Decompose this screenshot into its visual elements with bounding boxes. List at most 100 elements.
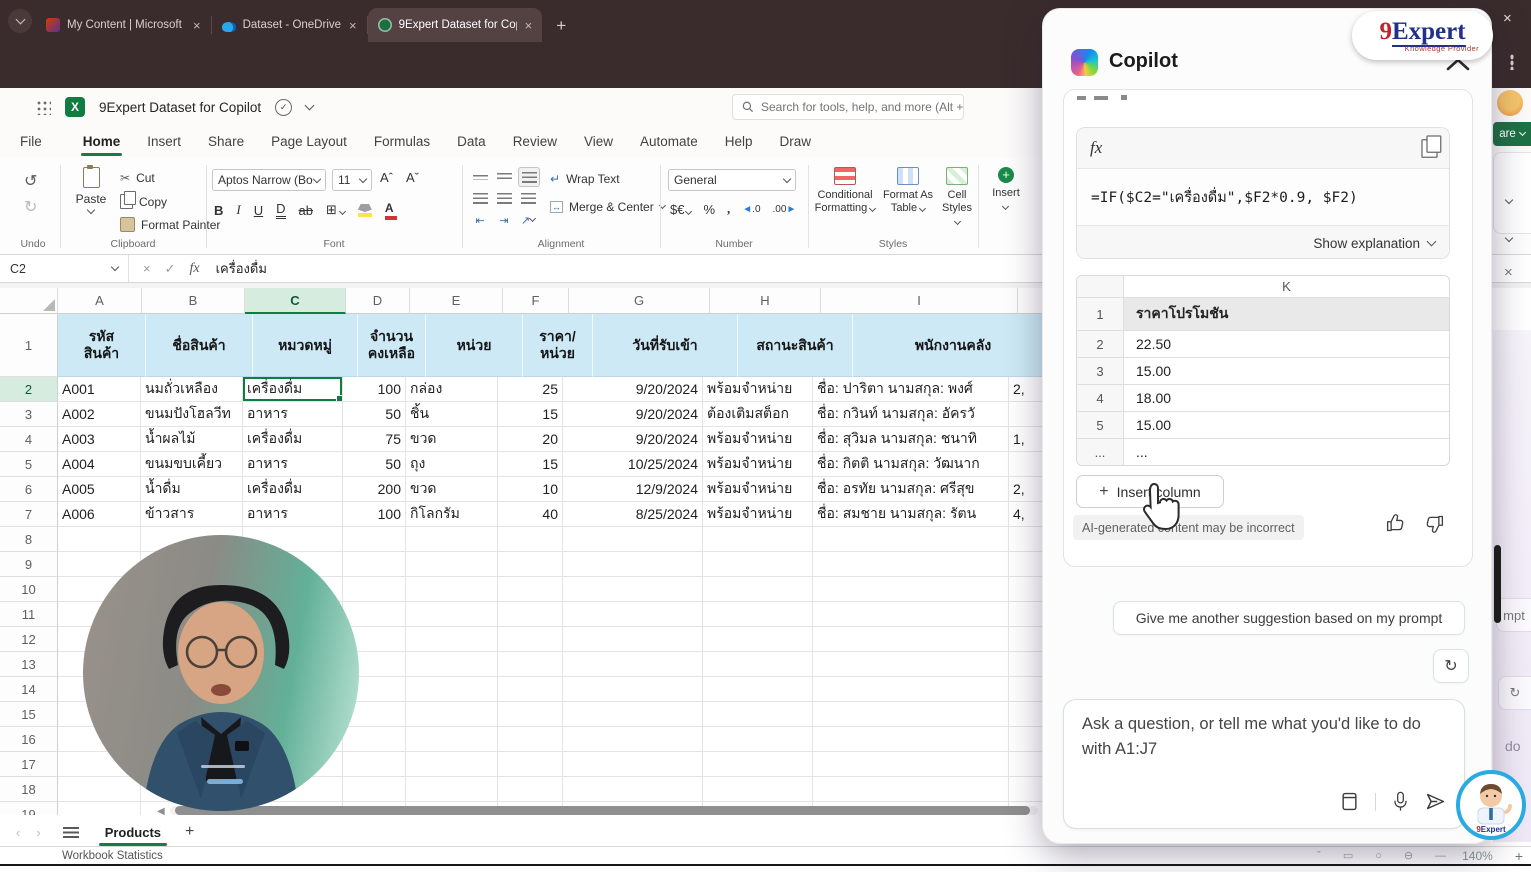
cell[interactable]	[498, 527, 563, 552]
cell[interactable]	[343, 602, 406, 627]
horizontal-scrollbar-thumb[interactable]	[175, 806, 1030, 815]
cell[interactable]: ถุง	[406, 452, 498, 477]
column-header-H[interactable]: H	[710, 288, 821, 314]
bold-button[interactable]: B	[214, 203, 223, 218]
middle-align-icon[interactable]	[494, 168, 514, 186]
tab-search-button[interactable]	[8, 9, 32, 33]
cell[interactable]: 50	[343, 452, 406, 477]
cell[interactable]: 9/20/2024	[563, 402, 703, 427]
menu-tab-formulas[interactable]: Formulas	[374, 134, 430, 149]
suggestion-pill[interactable]: Give me another suggestion based on my p…	[1113, 601, 1465, 635]
close-tab-icon[interactable]: ×	[193, 19, 201, 32]
cell[interactable]	[563, 577, 703, 602]
share-button[interactable]: are	[1493, 122, 1531, 146]
cell[interactable]	[498, 602, 563, 627]
cell[interactable]: 9/20/2024	[563, 377, 703, 402]
cell[interactable]: พร้อมจำหน่าย	[703, 377, 813, 402]
browser-tab[interactable]: My Content | Microsoft 365×	[36, 8, 211, 42]
cell[interactable]	[703, 752, 813, 777]
cell[interactable]: ชื่อ: สมชาย นามสกุล: รัตน	[813, 502, 1009, 527]
cell[interactable]	[58, 802, 141, 815]
thumbs-down-icon[interactable]	[1424, 513, 1445, 534]
cell[interactable]	[703, 777, 813, 802]
cell[interactable]	[498, 677, 563, 702]
double-underline-button[interactable]: D	[276, 201, 285, 219]
cell[interactable]: 40	[498, 502, 563, 527]
cell[interactable]: พร้อมจำหน่าย	[703, 477, 813, 502]
cell[interactable]	[406, 677, 498, 702]
bottom-align-icon[interactable]	[518, 167, 540, 187]
cell[interactable]: ชื่อ: อรทัย นามสกุล: ศรีสุข	[813, 477, 1009, 502]
cell[interactable]	[498, 752, 563, 777]
menu-tab-view[interactable]: View	[584, 134, 613, 149]
sheet-tab-products[interactable]: Products	[103, 821, 163, 844]
browser-menu-icon[interactable]	[1510, 54, 1514, 70]
cell[interactable]: ชื่อ: กวินท์ นามสกุล: อัครวั	[813, 402, 1009, 427]
preview-cell[interactable]: ราคาโปรโมชัน	[1124, 298, 1449, 330]
menu-tab-page-layout[interactable]: Page Layout	[271, 134, 347, 149]
cell[interactable]: 20	[498, 427, 563, 452]
cell[interactable]: 10	[498, 477, 563, 502]
row-number[interactable]: 18	[0, 777, 58, 802]
preview-cell[interactable]: ...	[1124, 439, 1449, 465]
cell[interactable]: 200	[343, 477, 406, 502]
preview-cell[interactable]: 15.00	[1124, 358, 1449, 384]
paste-button[interactable]: Paste	[68, 167, 114, 229]
cell[interactable]: อาหาร	[243, 452, 343, 477]
cell[interactable]	[563, 652, 703, 677]
new-tab-icon[interactable]: +	[556, 16, 566, 36]
cell[interactable]: ขวด	[406, 427, 498, 452]
cell[interactable]	[703, 577, 813, 602]
cell[interactable]: น้ำดื่ม	[141, 477, 243, 502]
top-align-icon[interactable]	[470, 168, 490, 186]
cell[interactable]	[813, 702, 1009, 727]
row-number[interactable]: 4	[0, 427, 58, 452]
browser-tab[interactable]: Dataset - OneDrive×	[212, 8, 367, 42]
cell[interactable]: 9/20/2024	[563, 427, 703, 452]
cell[interactable]	[813, 527, 1009, 552]
menu-tab-insert[interactable]: Insert	[147, 134, 181, 149]
thumbs-up-icon[interactable]	[1385, 513, 1406, 534]
cell[interactable]	[406, 752, 498, 777]
column-header-A[interactable]: A	[58, 288, 142, 314]
cell[interactable]: 10/25/2024	[563, 452, 703, 477]
cell[interactable]: กิโลกรัม	[406, 502, 498, 527]
zoom-in-icon[interactable]: +	[1515, 848, 1523, 864]
cell[interactable]: ชิ้น	[406, 402, 498, 427]
cell[interactable]	[563, 702, 703, 727]
conditional-formatting-button[interactable]: ConditionalFormatting	[814, 167, 876, 215]
cell[interactable]: A005	[58, 477, 141, 502]
borders-button[interactable]: ⊞	[326, 202, 345, 218]
cell[interactable]	[813, 602, 1009, 627]
zoom-out-icon[interactable]: ⊖	[1404, 849, 1413, 862]
cell[interactable]	[703, 702, 813, 727]
send-icon[interactable]	[1425, 791, 1446, 812]
cell[interactable]: น้ำผลไม้	[141, 427, 243, 452]
cell[interactable]: A001	[58, 377, 141, 402]
cell[interactable]	[406, 777, 498, 802]
workbook-title[interactable]: 9Expert Dataset for Copilot	[99, 100, 261, 115]
window-close-icon[interactable]: ×	[1503, 10, 1512, 27]
strikethrough-button[interactable]: ab	[299, 203, 313, 218]
redo-icon[interactable]: ↻	[24, 197, 37, 217]
increase-indent-icon[interactable]: ⇥	[494, 211, 514, 229]
row-number[interactable]: 2	[0, 377, 58, 402]
cell[interactable]	[563, 777, 703, 802]
cell[interactable]: พร้อมจำหน่าย	[703, 502, 813, 527]
cell[interactable]: ชื่อ: กิตติ นามสกุล: วัฒนาก	[813, 452, 1009, 477]
cell[interactable]: 100	[343, 377, 406, 402]
cell[interactable]: 100	[343, 502, 406, 527]
row-number[interactable]: 6	[0, 477, 58, 502]
row-number[interactable]: 15	[0, 702, 58, 727]
cell[interactable]	[343, 727, 406, 752]
cell[interactable]: A002	[58, 402, 141, 427]
row-number[interactable]: 17	[0, 752, 58, 777]
cell[interactable]: 25	[498, 377, 563, 402]
cell[interactable]	[498, 777, 563, 802]
row-number[interactable]: 19	[0, 802, 58, 815]
align-left-icon[interactable]	[470, 189, 490, 207]
active-cell-C2[interactable]: เครื่องดื่ม	[243, 377, 343, 402]
column-header-E[interactable]: E	[410, 288, 503, 314]
column-header-C[interactable]: C	[245, 288, 346, 314]
status-chevron-icon[interactable]: ˇ	[1317, 850, 1321, 862]
